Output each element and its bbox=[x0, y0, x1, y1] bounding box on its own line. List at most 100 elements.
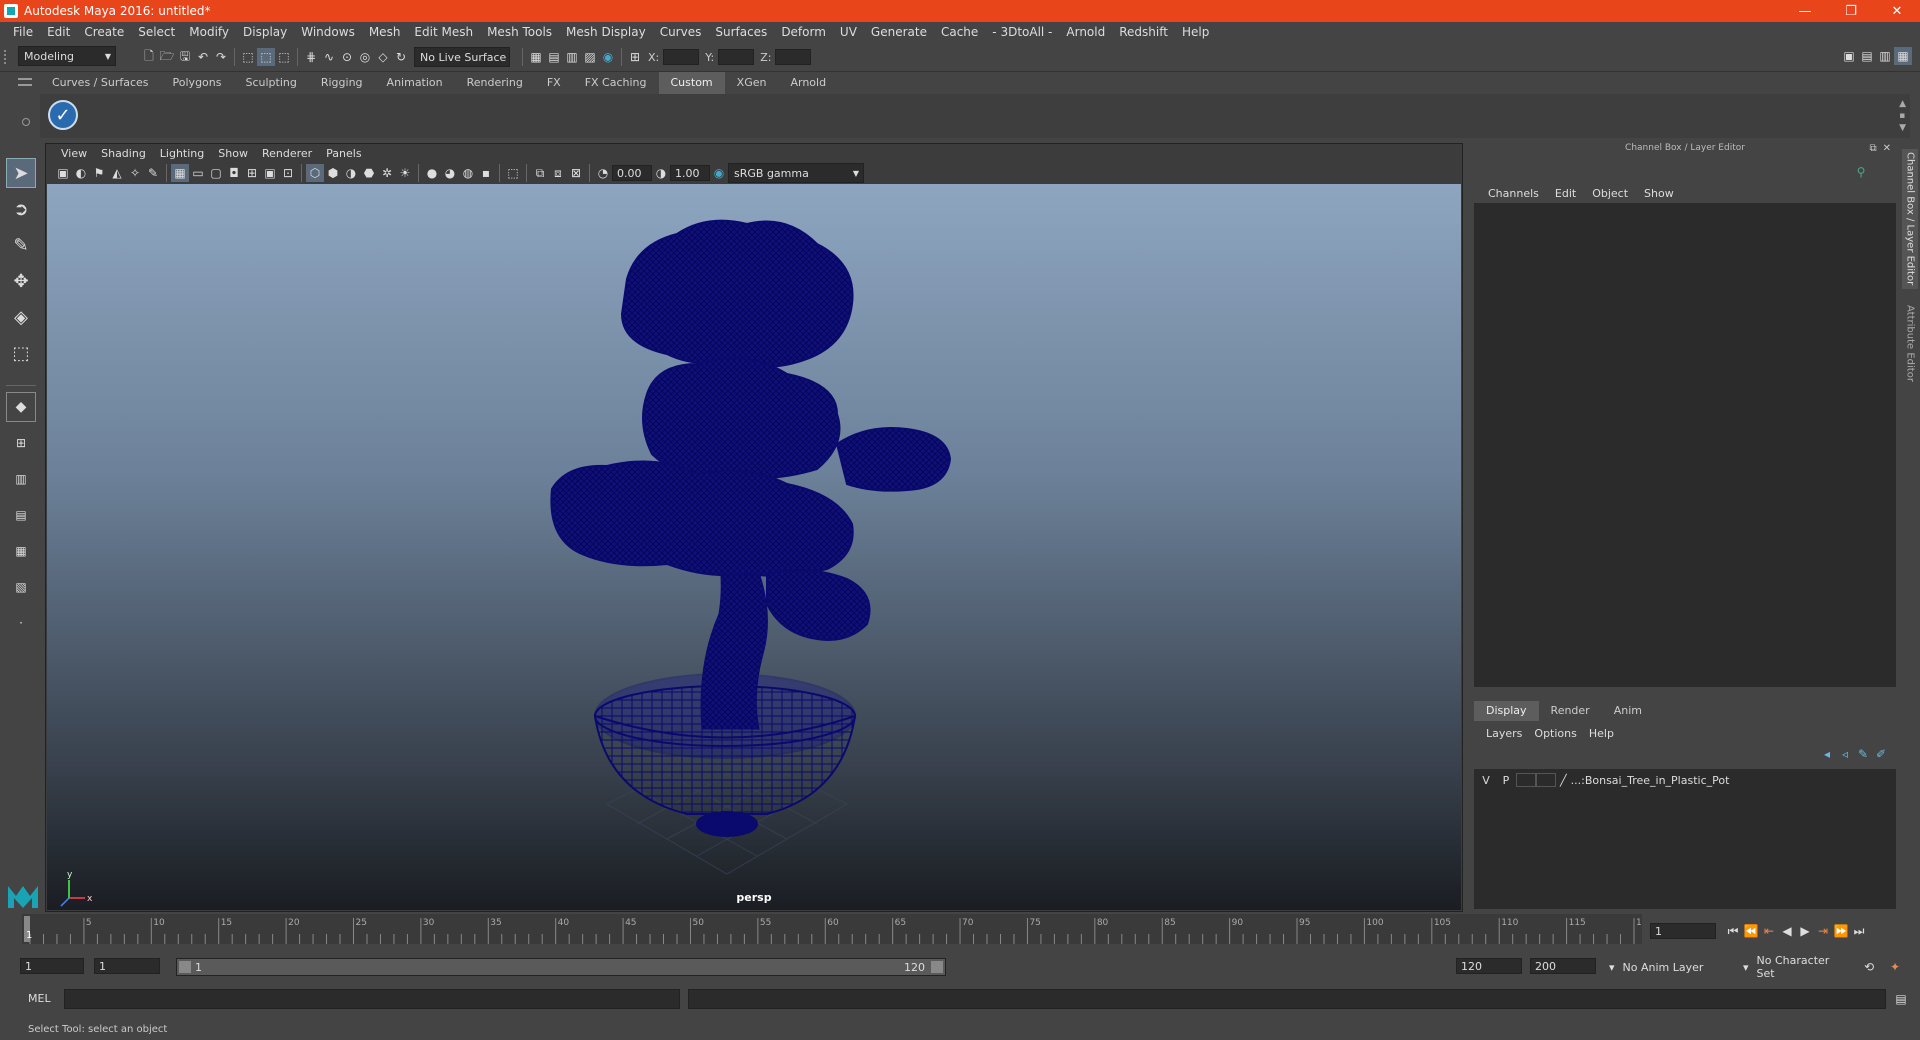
paint-select-tool-icon[interactable]: ✎ bbox=[6, 230, 36, 260]
layer-tab-anim[interactable]: Anim bbox=[1602, 701, 1654, 721]
lasso-tool-icon[interactable]: ➲ bbox=[6, 194, 36, 224]
move-tool-icon[interactable]: ✥ bbox=[6, 266, 36, 296]
snap-rotate-icon[interactable]: ↻ bbox=[392, 48, 410, 66]
shelf-settings-icon[interactable] bbox=[22, 118, 30, 126]
persp-outliner-layout-icon[interactable]: ▥ bbox=[6, 464, 36, 494]
undo-icon[interactable]: ↶ bbox=[194, 48, 212, 66]
snap-grid-icon[interactable]: ⋕ bbox=[302, 48, 320, 66]
exposure-icon[interactable]: ◔ bbox=[594, 164, 612, 182]
custom-shelf-checkmark-icon[interactable]: ✓ bbox=[48, 100, 78, 130]
persp-graph-layout-icon[interactable]: ▤ bbox=[6, 500, 36, 530]
persp-hypershade-layout-icon[interactable]: ▦ bbox=[6, 536, 36, 566]
menu-windows[interactable]: Windows bbox=[294, 25, 362, 39]
four-view-layout-icon[interactable]: ⊞ bbox=[6, 428, 36, 458]
step-back-key-icon[interactable]: ⏪ bbox=[1742, 922, 1760, 940]
layer-playback-toggle[interactable]: P bbox=[1496, 774, 1516, 787]
side-tab-channel-box[interactable]: Channel Box / Layer Editor bbox=[1902, 149, 1918, 289]
snap-view-icon[interactable]: ◎ bbox=[356, 48, 374, 66]
menu-display[interactable]: Display bbox=[236, 25, 294, 39]
channel-display-icon[interactable]: ⚲ bbox=[1852, 163, 1870, 181]
step-forward-key-icon[interactable]: ⏩ bbox=[1832, 922, 1850, 940]
viewport-menu-panels[interactable]: Panels bbox=[319, 147, 368, 160]
gamma-icon[interactable]: ◑ bbox=[652, 164, 670, 182]
render-settings-icon[interactable]: ▨ bbox=[581, 48, 599, 66]
xray-joints-icon[interactable]: ⧈ bbox=[549, 164, 567, 182]
shaded-wireframe-icon[interactable]: ⬣ bbox=[360, 164, 378, 182]
layer-tab-render[interactable]: Render bbox=[1539, 701, 1602, 721]
range-end-handle[interactable] bbox=[931, 961, 943, 973]
select-object-icon[interactable]: ⬚ bbox=[257, 48, 275, 66]
viewport-menu-lighting[interactable]: Lighting bbox=[153, 147, 211, 160]
grid-icon[interactable]: ▦ bbox=[171, 164, 189, 182]
menu-3dtoall[interactable]: - 3DtoAll - bbox=[985, 25, 1059, 39]
snap-curve-icon[interactable]: ∿ bbox=[320, 48, 338, 66]
new-scene-icon[interactable]: 🗋 bbox=[140, 48, 158, 66]
shelf-scroll-icon[interactable]: ▲ ▪ ▼ bbox=[1899, 98, 1906, 134]
viewport-menu-shading[interactable]: Shading bbox=[94, 147, 153, 160]
layer-display-type[interactable] bbox=[1516, 773, 1536, 787]
move-layer-up-icon[interactable]: ◂ bbox=[1818, 745, 1836, 763]
move-layer-down-icon[interactable]: ◃ bbox=[1836, 745, 1854, 763]
use-all-lights-icon[interactable]: ☀ bbox=[396, 164, 414, 182]
layer-tab-display[interactable]: Display bbox=[1474, 701, 1539, 721]
motion-blur-icon[interactable]: ◍ bbox=[459, 164, 477, 182]
xray-icon[interactable]: ⧉ bbox=[531, 164, 549, 182]
select-hierarchy-icon[interactable]: ⬚ bbox=[239, 48, 257, 66]
default-material-icon[interactable]: ◑ bbox=[342, 164, 360, 182]
shelf-tab-rigging[interactable]: Rigging bbox=[309, 72, 375, 94]
close-button[interactable]: ✕ bbox=[1874, 0, 1920, 22]
single-perspective-layout-icon[interactable]: ◆ bbox=[6, 392, 36, 422]
shelf-menu-icon[interactable] bbox=[18, 78, 32, 86]
channel-menu-object[interactable]: Object bbox=[1584, 187, 1636, 200]
menu-curves[interactable]: Curves bbox=[653, 25, 709, 39]
xray-components-icon[interactable]: ⊠ bbox=[567, 164, 585, 182]
menu-deform[interactable]: Deform bbox=[774, 25, 833, 39]
y-field[interactable] bbox=[718, 49, 755, 65]
current-frame-field[interactable]: 1 bbox=[1650, 923, 1716, 939]
snap-surface-icon[interactable]: ◇ bbox=[374, 48, 392, 66]
shelf-tab-arnold[interactable]: Arnold bbox=[778, 72, 838, 94]
toolbox-more-icon[interactable]: · bbox=[6, 608, 36, 638]
minimize-button[interactable]: — bbox=[1782, 0, 1828, 22]
layer-color-swatch[interactable] bbox=[1536, 773, 1556, 787]
auto-keyframe-icon[interactable]: ⟲ bbox=[1860, 958, 1878, 976]
anti-alias-icon[interactable]: ▪ bbox=[477, 164, 495, 182]
playback-end-field[interactable]: 120 bbox=[1456, 958, 1522, 974]
camera-attributes-icon[interactable]: ◐ bbox=[72, 164, 90, 182]
color-management-icon[interactable]: ◉ bbox=[710, 164, 728, 182]
viewport-menu-show[interactable]: Show bbox=[211, 147, 255, 160]
layer-visibility-toggle[interactable]: V bbox=[1476, 774, 1496, 787]
play-forwards-icon[interactable]: ▶ bbox=[1796, 922, 1814, 940]
attribute-editor-toggle-icon[interactable]: ▤ bbox=[1858, 47, 1876, 65]
render-frame-icon[interactable]: ▤ bbox=[545, 48, 563, 66]
menu-edit[interactable]: Edit bbox=[40, 25, 77, 39]
shelf-tab-curves-surfaces[interactable]: Curves / Surfaces bbox=[40, 72, 161, 94]
menu-surfaces[interactable]: Surfaces bbox=[708, 25, 774, 39]
menu-select[interactable]: Select bbox=[131, 25, 182, 39]
drag-handle-icon[interactable] bbox=[4, 50, 16, 64]
mode-dropdown[interactable]: Modeling ▼ bbox=[18, 46, 116, 66]
gamma-field[interactable]: 1.00 bbox=[670, 165, 710, 181]
transform-mode-icon[interactable]: ⊞ bbox=[626, 48, 644, 66]
channel-menu-show[interactable]: Show bbox=[1636, 187, 1682, 200]
channel-box-toggle-icon[interactable]: ▦ bbox=[1894, 47, 1912, 65]
float-panel-icon[interactable]: ⧉ bbox=[1866, 143, 1879, 154]
script-editor-icon[interactable]: ▤ bbox=[1892, 990, 1910, 1008]
menu-mesh-tools[interactable]: Mesh Tools bbox=[480, 25, 559, 39]
menu-arnold[interactable]: Arnold bbox=[1059, 25, 1112, 39]
shelf-tab-custom[interactable]: Custom bbox=[658, 72, 725, 94]
menu-redshift[interactable]: Redshift bbox=[1112, 25, 1175, 39]
play-backwards-icon[interactable]: ◀ bbox=[1778, 922, 1796, 940]
menu-file[interactable]: File bbox=[6, 25, 40, 39]
animation-start-field[interactable]: 1 bbox=[20, 958, 84, 974]
menu-generate[interactable]: Generate bbox=[864, 25, 934, 39]
shadows-icon[interactable]: ● bbox=[423, 164, 441, 182]
render-region-icon[interactable]: ▦ bbox=[527, 48, 545, 66]
menu-mesh-display[interactable]: Mesh Display bbox=[559, 25, 653, 39]
x-field[interactable] bbox=[663, 49, 700, 65]
layer-name[interactable]: ...:Bonsai_Tree_in_Plastic_Pot bbox=[1571, 774, 1730, 787]
go-to-start-icon[interactable]: ⏮ bbox=[1724, 922, 1742, 940]
close-panel-icon[interactable]: ✕ bbox=[1880, 143, 1894, 154]
shelf-tab-animation[interactable]: Animation bbox=[375, 72, 455, 94]
command-language-label[interactable]: MEL bbox=[28, 992, 51, 1005]
